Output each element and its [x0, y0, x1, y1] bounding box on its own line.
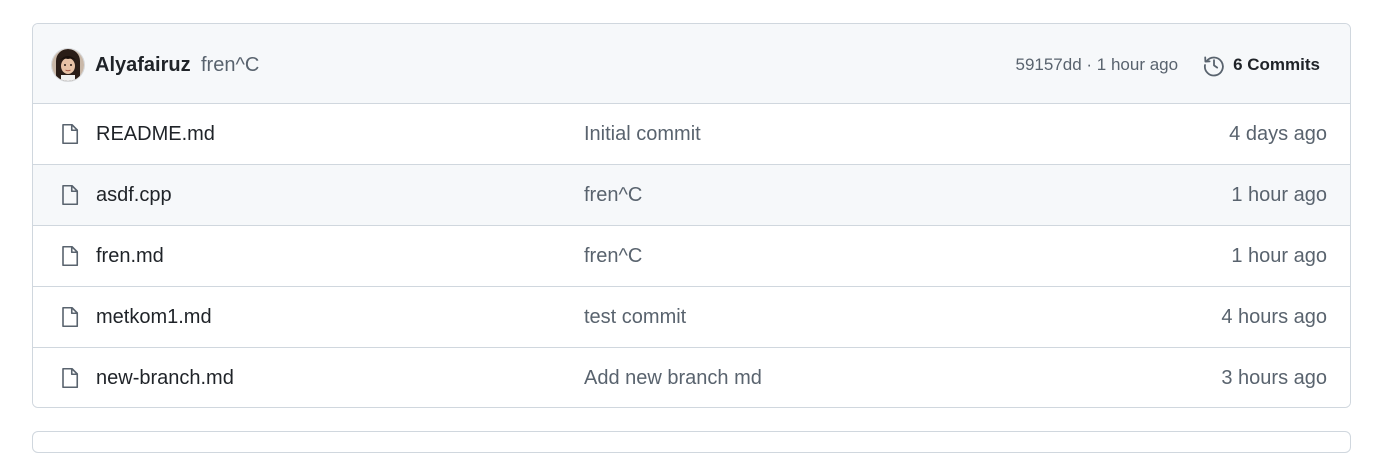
file-icon — [62, 245, 79, 267]
avatar-image — [52, 49, 84, 81]
file-name-link[interactable]: README.md — [96, 121, 215, 147]
file-commit-age: 1 hour ago — [1231, 245, 1327, 267]
file-row[interactable]: new-branch.md Add new branch md 3 hours … — [33, 348, 1350, 407]
commit-sha-time[interactable]: 59157dd · 1 hour ago — [1015, 55, 1178, 75]
file-commit-age: 4 hours ago — [1221, 306, 1327, 328]
file-name-link[interactable]: metkom1.md — [96, 304, 212, 330]
file-row[interactable]: asdf.cpp fren^C 1 hour ago — [33, 165, 1350, 226]
next-panel-edge — [32, 431, 1351, 453]
file-icon — [62, 184, 79, 206]
file-name-link[interactable]: asdf.cpp — [96, 182, 172, 208]
commit-meta: 59157dd · 1 hour ago 6 Commits — [1015, 51, 1320, 79]
commit-message-link[interactable]: fren^C — [201, 52, 259, 78]
avatar[interactable] — [52, 49, 84, 81]
file-commit-message-link[interactable]: Initial commit — [584, 121, 701, 147]
file-commit-age: 3 hours ago — [1221, 367, 1327, 389]
file-row[interactable]: fren.md fren^C 1 hour ago — [33, 226, 1350, 287]
file-icon — [62, 367, 79, 389]
commit-author-link[interactable]: Alyafairuz — [95, 52, 191, 78]
latest-commit-header: Alyafairuz fren^C 59157dd · 1 hour ago 6… — [33, 24, 1350, 104]
file-commit-message-link[interactable]: test commit — [584, 304, 686, 330]
file-commit-message-link[interactable]: fren^C — [584, 182, 642, 208]
file-name-link[interactable]: new-branch.md — [96, 365, 234, 391]
file-commit-age: 1 hour ago — [1231, 184, 1327, 206]
history-icon — [1204, 56, 1224, 77]
commits-history-link[interactable]: 6 Commits — [1202, 53, 1320, 77]
file-commit-message-link[interactable]: fren^C — [584, 243, 642, 269]
file-icon — [62, 306, 79, 328]
file-browser-box: Alyafairuz fren^C 59157dd · 1 hour ago 6… — [32, 23, 1351, 408]
file-commit-message-link[interactable]: Add new branch md — [584, 365, 762, 391]
file-commit-age: 4 days ago — [1229, 123, 1327, 145]
file-name-link[interactable]: fren.md — [96, 243, 164, 269]
file-row[interactable]: metkom1.md test commit 4 hours ago — [33, 287, 1350, 348]
commits-count-label: 6 Commits — [1233, 55, 1320, 74]
file-row[interactable]: README.md Initial commit 4 days ago — [33, 104, 1350, 165]
file-icon — [62, 123, 79, 145]
